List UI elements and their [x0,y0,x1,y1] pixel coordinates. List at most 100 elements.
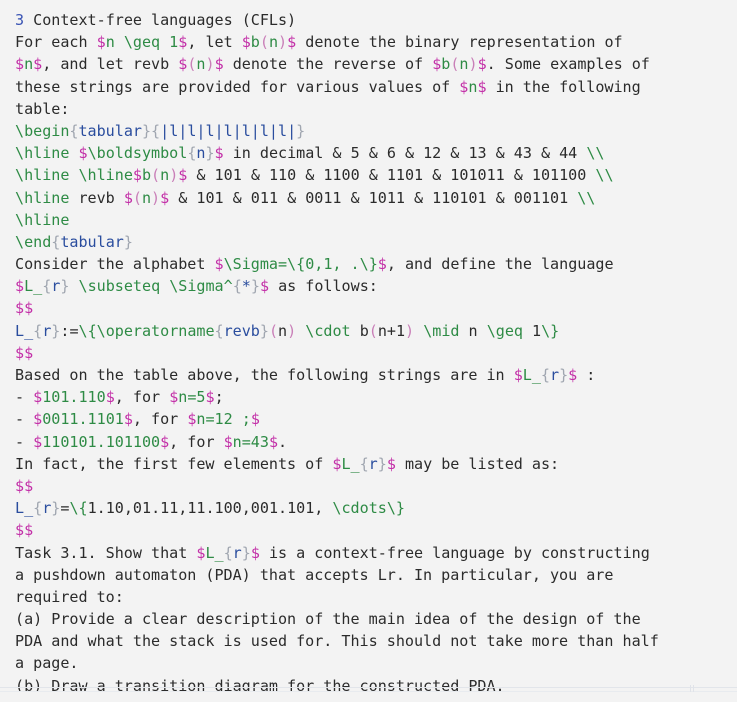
list-item[interactable]: - $110101.101100$, for $n=43$. [15,431,733,453]
tok-command: \hline [15,210,70,229]
tok-brace: } [559,366,569,384]
code-line-alphabet-1[interactable]: Consider the alphabet $\Sigma=\{0,1, .\}… [15,253,733,275]
tok-paren: ( [259,33,269,52]
list-item[interactable]: - $101.110$, for $n=5$; [15,386,733,408]
tok-text: : [577,366,596,384]
tok-brace: { [151,121,161,140]
tok-text: , and define the language [386,255,614,274]
tok-math: n [160,166,170,185]
tok-math-delim: $ [377,255,387,274]
tok-command: \{ [287,255,306,274]
tok-text: , for [132,410,188,429]
bottom-status-strip [0,692,737,702]
list-item[interactable]: - $0011.1101$, for $n=12 ;$ [15,408,733,430]
tok-text [414,322,423,340]
tok-math-delim: $ [96,33,106,52]
table-row[interactable]: \hline \hline$b(n)$ & 101 & 110 & 1100 &… [15,164,733,186]
tok-paren: ) [468,55,478,74]
tok-brace-arg: |l|l|l|l|l|l|l| [160,121,297,140]
tok-command: \} [541,321,560,340]
code-line-intro-2[interactable]: $n$, and let revb $(n)$ denote the rever… [15,53,733,75]
tok-command: \boldsymbol [87,144,188,163]
tok-math: ; [232,410,251,429]
tok-text: := [60,321,79,340]
tok-brace-arg: r [51,277,61,296]
code-line-listing-intro[interactable]: In fact, the first few elements of $ L_{r… [15,453,733,475]
tok-text: , for [169,432,224,451]
code-line-task-5[interactable]: PDA and what the stack is used for. This… [15,630,733,652]
display-math-open-2: $$ [15,476,34,495]
code-line-display-math-body-1[interactable]: L_{r}:=\{\operatorname{revb}(n) \cdot b(… [15,320,733,342]
tok-brace: { [223,543,233,562]
tok-number: 110101.101100 [42,432,161,451]
tok-paren: ) [151,188,161,207]
tok-math-delim: $ [78,144,88,163]
tok-text: in decimal & 5 & 6 & 12 & 13 & 43 & 44 [223,144,587,163]
tok-math-delim: $ [123,410,133,429]
latex-editor[interactable]: 3 Context-free languages (CFLs) For each… [0,0,737,702]
tok-text: , for [114,388,170,407]
tok-math-delim: $ [33,388,43,407]
table-row[interactable]: \hline $\boldsymbol{n}$ in decimal & 5 &… [15,142,733,164]
code-line-examples-intro[interactable]: Based on the table above, the following … [15,364,733,386]
code-line-task-3[interactable]: required to: [15,586,733,608]
tok-brace: } [259,321,269,340]
tok-math-delim: $ [250,410,260,429]
tok-math-delim: $ [178,166,188,185]
code-line-tabular-begin[interactable]: \begin{tabular}{|l|l|l|l|l|l|l|} [15,120,733,142]
tok-math: , [314,255,324,274]
tok-brace: { [33,499,43,518]
tok-brace-arg: * [241,277,251,296]
tok-ident: L_ [15,499,34,518]
code-line-display-math-close-1[interactable]: $$ [15,342,733,364]
tok-text: Consider the alphabet [15,255,215,274]
tok-text: revb [69,188,124,207]
tok-math-delim: $ [178,55,188,74]
code-line-alphabet-2[interactable]: $L_{r} \subseteq \Sigma^{*}$ as follows: [15,275,733,297]
tok-command: \hline [15,144,70,163]
tok-math-delim: $ [15,55,25,74]
code-line-display-math-close-2[interactable]: $$ [15,519,733,541]
code-line-section-heading[interactable]: 3 Context-free languages (CFLs) [15,9,733,31]
code-line-tabular-end[interactable]: \end{tabular} [15,231,733,253]
tok-command: \} [386,499,405,518]
tok-math-delim: $ [33,432,43,451]
tok-math: n \geq 1 [105,33,179,52]
code-line-task-4[interactable]: (a) Provide a clear description of the m… [15,608,733,630]
code-line-task-2[interactable]: a pushdown automaton (PDA) that accepts … [15,564,733,586]
tok-command: \geq [486,321,523,340]
code-line-intro-1[interactable]: For each $n \geq 1$, let $b(n)$ denote t… [15,31,733,53]
tok-brace-arg: tabular [60,232,124,251]
tok-math: n [268,33,279,52]
tok-command: \hline [15,166,70,185]
tok-math: ^ [223,277,233,296]
tok-math-delim: $ [214,144,224,163]
tok-command: \{ [78,321,97,340]
tok-number: 12 [214,410,233,429]
code-line-display-math-open-1[interactable]: $$ [15,297,733,319]
display-math-close-1: $$ [15,343,34,362]
code-line-display-math-open-2[interactable]: $$ [15,475,733,497]
code-editing-area[interactable]: 3 Context-free languages (CFLs) For each… [0,0,737,702]
code-line-hline-final[interactable]: \hline [15,209,733,231]
code-line-intro-4[interactable]: table: [15,98,733,120]
tok-math [160,277,169,295]
tok-math: n= [232,432,251,451]
tok-command: \\ [595,166,614,185]
code-line-intro-3[interactable]: these strings are provided for various v… [15,76,733,98]
code-line-task-6[interactable]: a page. [15,652,733,674]
tok-text: 1.10,01.11,11.100,001.101, [87,499,333,518]
tok-brace: } [123,232,133,251]
tok-math-delim: $ [160,432,170,451]
tok-command: \hline [78,166,133,185]
tok-paren: ( [368,321,378,340]
table-row[interactable]: \hline revb $(n)$ & 101 & 011 & 0011 & 1… [15,187,733,209]
tok-math: L_ [24,277,43,296]
tok-number: 0 [305,255,315,274]
tok-math: n [24,55,34,74]
tok-text: - [15,410,34,429]
code-line-task-1[interactable]: Task 3.1. Show that $L_{r}$ is a context… [15,542,733,564]
tok-math-delim: $ [33,410,43,429]
code-line-display-math-body-2[interactable]: L_{r}=\{1.10,01.11,11.100,001.101, \cdot… [15,497,733,519]
tok-math: b [441,55,451,74]
